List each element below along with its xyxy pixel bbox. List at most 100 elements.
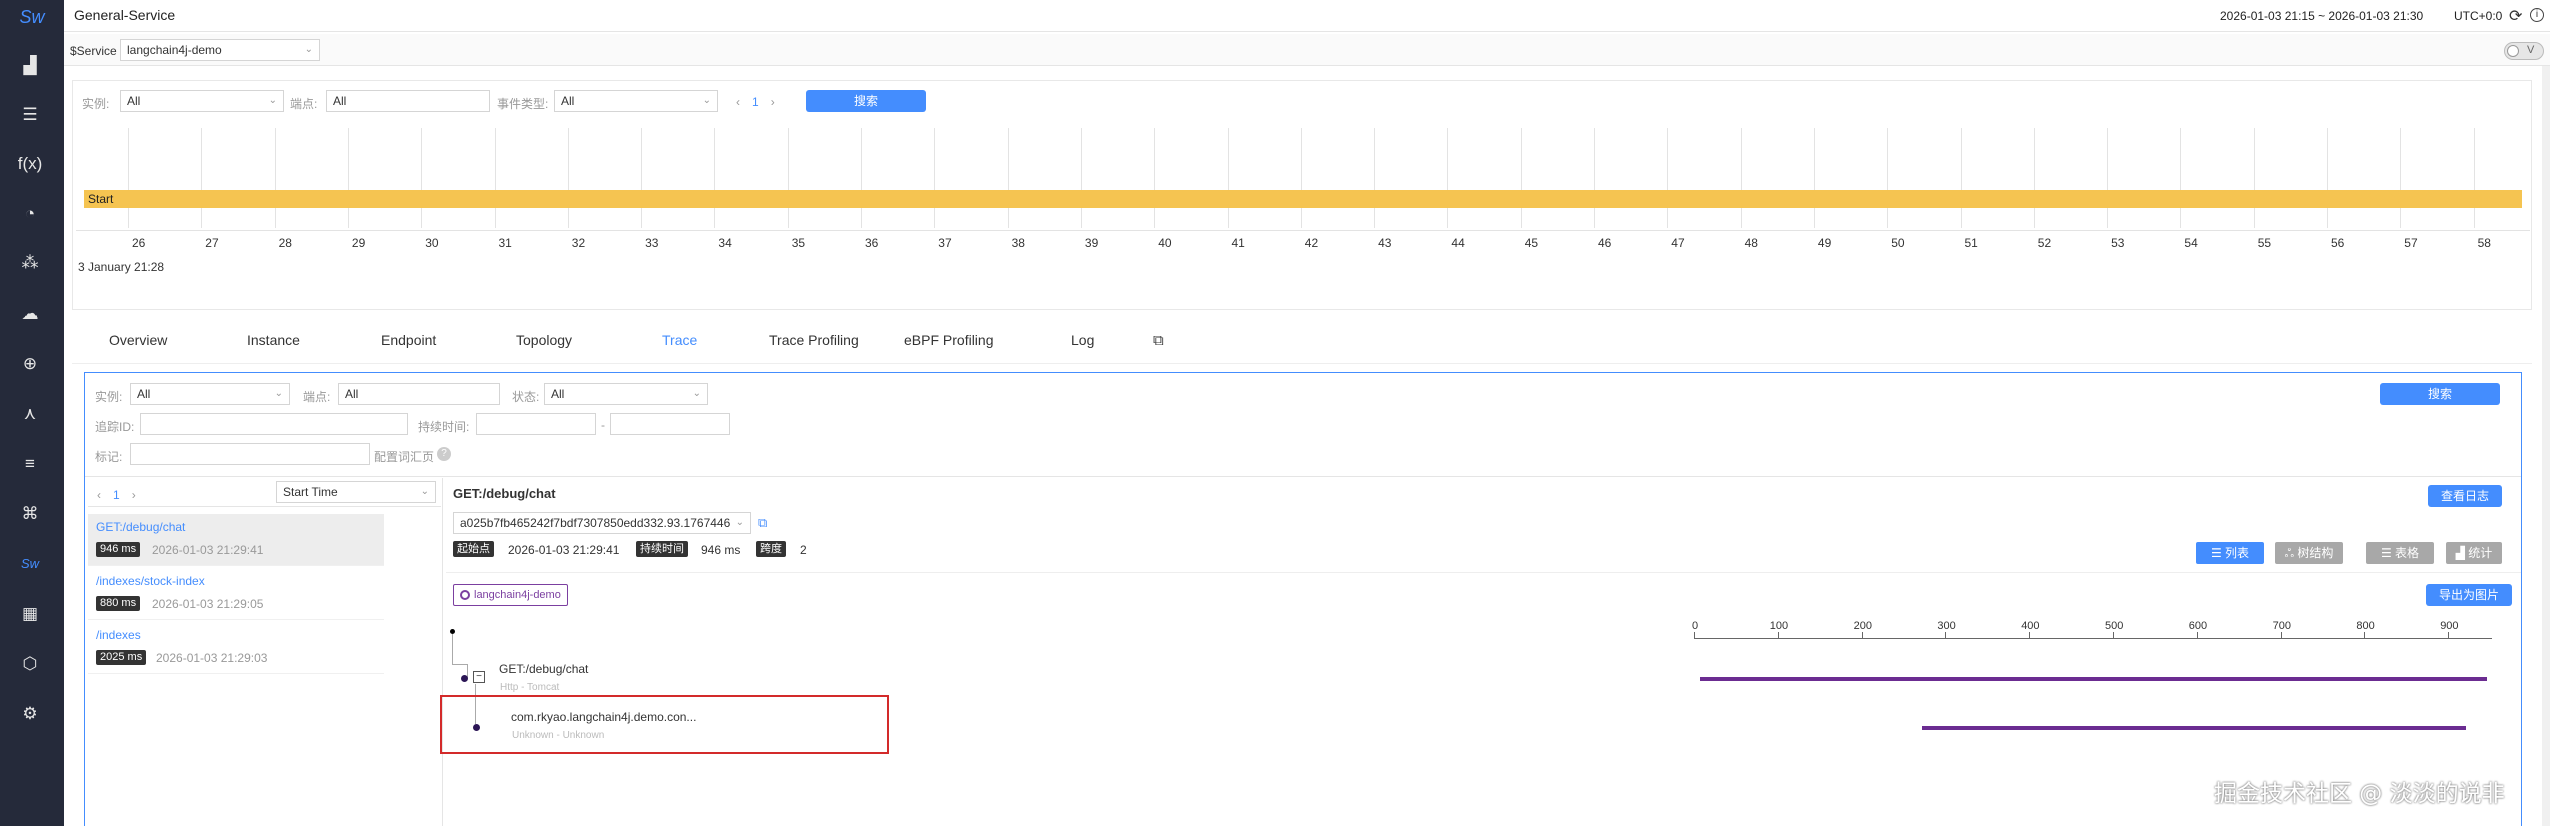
timeline-gridline [1300, 128, 1302, 228]
prev-page-icon[interactable]: ‹ [736, 95, 740, 109]
timeline-tick-label: 31 [498, 236, 512, 250]
trace-id-value: a025b7fb465242f7bdf7307850edd332.93.1767… [460, 516, 731, 530]
tab-log[interactable]: Log [1071, 332, 1094, 348]
trace-list-item[interactable]: /indexes/stock-index 880 ms 2026-01-03 21:… [88, 568, 384, 620]
topology-icon[interactable]: ⌘ [16, 500, 44, 528]
function-icon[interactable]: f(x) [16, 150, 44, 178]
timeline-gridline [1007, 128, 1009, 228]
divider [88, 506, 441, 507]
event-search-button[interactable]: 搜索 [806, 90, 926, 112]
settings-icon[interactable]: ⚙ [16, 700, 44, 728]
view-mode-button[interactable]: ஃ 树结构 [2275, 542, 2343, 564]
header-bar: General-Service 2026-01-03 21:15 ~ 2026-… [64, 0, 2550, 32]
list-icon[interactable]: ≡ [16, 450, 44, 478]
event-endpoint-input[interactable]: All [326, 90, 490, 112]
view-logs-button[interactable]: 查看日志 [2428, 485, 2502, 507]
ruler-label: 800 [2356, 620, 2375, 632]
view-mode-button[interactable]: ☰ 列表 [2196, 542, 2264, 564]
event-timeline: Start 26 27 28 29 30 31 32 33 34 35 36 37 38 39 40 41 42… [76, 128, 2530, 278]
trace-id-select[interactable]: a025b7fb465242f7bdf7307850edd332.93.1767… [453, 512, 751, 534]
timeline-gridline [201, 128, 203, 228]
help-icon[interactable]: ? [437, 447, 451, 461]
chevron-down-icon: ⌄ [735, 517, 744, 528]
timeline-gridline [1960, 128, 1962, 228]
dots-icon[interactable]: ⁂ [16, 249, 44, 277]
timeline-gridline [2033, 128, 2035, 228]
timeline-tick-label: 46 [1598, 236, 1612, 250]
event-instance-select[interactable]: All ⌄ [120, 90, 284, 112]
chevron-down-icon: ⌄ [692, 388, 701, 399]
collapse-icon[interactable]: − [473, 671, 485, 683]
trace-endpoint-input[interactable]: All [338, 383, 500, 405]
timeline-tick-label: 32 [571, 236, 586, 250]
span-count: 2 [800, 543, 807, 557]
export-image-button[interactable]: 导出为图片 [2426, 584, 2512, 606]
timeline-gridline [641, 128, 643, 228]
timezone-label[interactable]: UTC+0:0 [2454, 9, 2502, 23]
copy-trace-id-icon[interactable]: ⧉ [758, 515, 767, 531]
tab-topology[interactable]: Topology [516, 332, 572, 348]
version-toggle[interactable]: V [2504, 42, 2544, 60]
max-duration-input[interactable] [610, 413, 730, 435]
vertical-scrollbar[interactable] [2542, 66, 2550, 826]
service-badge[interactable]: langchain4j-demo [453, 584, 568, 606]
ruler-tick [2196, 632, 2198, 638]
timeline-gridline [1740, 128, 1742, 228]
shield-icon[interactable]: ⬡ [16, 650, 44, 678]
tab-instance[interactable]: Instance [247, 332, 300, 348]
ruler-label: 300 [1937, 620, 1956, 632]
time-range-picker[interactable]: 2026-01-03 21:15 ~ 2026-01-03 21:30 [2220, 9, 2423, 23]
trace-endpoint-link[interactable]: /indexes [96, 628, 141, 642]
min-duration-input[interactable] [476, 413, 596, 435]
tab-trace-profiling[interactable]: Trace Profiling [769, 332, 859, 348]
reload-icon[interactable]: ⟳ [2509, 6, 2522, 26]
config-tags-link[interactable]: 配置词汇页 [374, 448, 434, 465]
dashboard-icon[interactable]: ▟ [16, 52, 44, 80]
event-band[interactable]: Start [84, 190, 2522, 208]
highlight-box [440, 695, 889, 754]
ruler-tick [2448, 632, 2450, 638]
copy-icon[interactable]: ⧉ [1153, 332, 1164, 349]
tab-overview[interactable]: Overview [109, 332, 167, 348]
tab-trace[interactable]: Trace [662, 332, 697, 348]
event-type-select[interactable]: All ⌄ [554, 90, 718, 112]
sw-icon[interactable]: Sw [16, 550, 44, 578]
next-page-icon[interactable]: › [771, 95, 775, 109]
span-component: Http - Tomcat [500, 682, 560, 693]
pie-chart-icon[interactable]: ◔ [16, 200, 44, 228]
trace-instance-select[interactable]: All ⌄ [130, 383, 290, 405]
info-icon[interactable]: i [2530, 8, 2544, 22]
span-duration-bar[interactable] [1922, 726, 2466, 730]
skywalking-logo[interactable]: Sw [0, 2, 64, 32]
cloud-icon[interactable]: ☁ [16, 300, 44, 328]
trace-list-item[interactable]: /indexes 2025 ms 2026-01-03 21:29:03 [88, 622, 384, 674]
timeline-tick-label: 35 [791, 236, 806, 250]
service-select[interactable]: langchain4j-demo ⌄ [120, 39, 320, 61]
globe-icon[interactable]: ⊕ [16, 350, 44, 378]
trace-endpoint-link[interactable]: /indexes/stock-index [96, 574, 205, 588]
trace-endpoint-link[interactable]: GET:/debug/chat [96, 520, 185, 534]
trace-list-item[interactable]: GET:/debug/chat 946 ms 2026-01-03 21:29:41 [88, 514, 384, 566]
trace-status-select[interactable]: All ⌄ [544, 383, 708, 405]
trace-search-button[interactable]: 搜索 [2380, 383, 2500, 405]
view-mode-button[interactable]: ▟ 统计 [2446, 542, 2502, 564]
timeline-gridline [1813, 128, 1815, 228]
span-name[interactable]: GET:/debug/chat [499, 662, 588, 676]
timeline-tick-label: 56 [2331, 236, 2345, 250]
tag-input[interactable] [130, 443, 370, 465]
trace-start-time: 2026-01-03 21:29:05 [152, 597, 264, 611]
tab-ebpf-profiling[interactable]: eBPF Profiling [904, 332, 993, 348]
trace-id-input[interactable] [140, 413, 408, 435]
trace-sort-select[interactable]: Start Time ⌄ [276, 481, 436, 503]
timeline-tick-label: 26 [132, 236, 146, 250]
widgets-icon[interactable]: ▦ [16, 600, 44, 628]
timeline-gridline [2107, 128, 2109, 228]
view-mode-button[interactable]: ☰ 表格 [2366, 542, 2434, 564]
timeline-tick-label: 29 [351, 236, 366, 250]
span-duration-bar[interactable] [1700, 677, 2487, 681]
next-page-icon[interactable]: › [132, 488, 136, 502]
network-icon[interactable]: ⋏ [16, 400, 44, 428]
prev-page-icon[interactable]: ‹ [97, 488, 101, 502]
tab-endpoint[interactable]: Endpoint [381, 332, 436, 348]
database-icon[interactable]: ☰ [16, 101, 44, 129]
